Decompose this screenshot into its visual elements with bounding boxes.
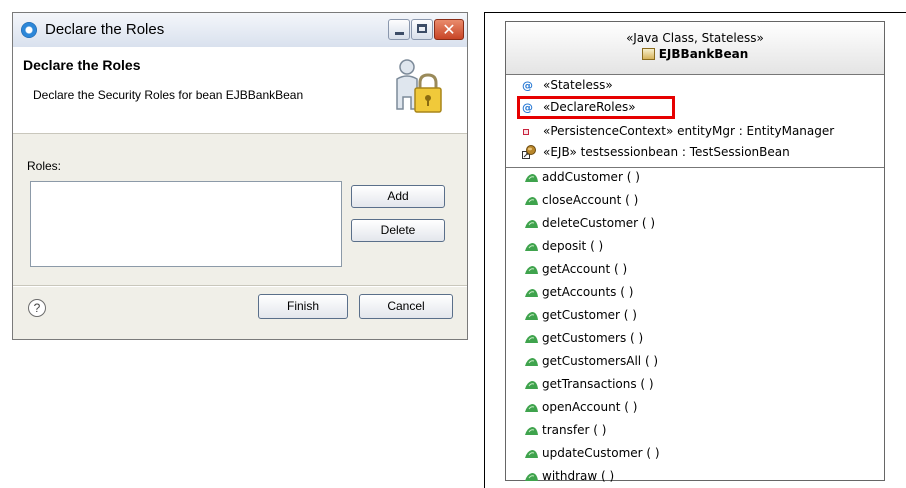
method-text: transfer ( ) [542,423,607,437]
public-method-icon [525,289,538,297]
declare-roles-dialog: Declare the Roles ✕ Declare the Roles De… [12,12,468,340]
class-name: EJBBankBean [658,47,749,61]
public-method-icon [525,450,538,458]
method-text: getCustomersAll ( ) [542,354,659,368]
finish-button[interactable]: Finish [258,294,348,319]
minimize-icon [395,32,404,35]
method-text: deleteCustomer ( ) [542,216,656,230]
uml-class-box[interactable]: «Java Class, Stateless» EJBBankBean @ «S… [505,21,885,483]
uml-diagram-panel: «Java Class, Stateless» EJBBankBean @ «S… [484,12,906,488]
eclipse-icon [21,22,37,38]
delete-button[interactable]: Delete [351,219,445,242]
maximize-icon [417,24,427,33]
method-text: getAccount ( ) [542,262,628,276]
field-icon [523,129,529,135]
method-text: closeAccount ( ) [542,193,639,207]
public-method-icon [525,335,538,343]
declare-roles-highlight [517,96,675,119]
title-bar[interactable]: Declare the Roles ✕ [13,13,467,48]
cancel-button[interactable]: Cancel [359,294,453,319]
roles-label: Roles: [27,159,62,173]
public-method-icon [525,312,538,320]
add-button[interactable]: Add [351,185,445,208]
method-text: withdraw ( ) [542,469,615,483]
class-name-row: EJBBankBean [506,47,884,61]
public-method-icon [525,266,538,274]
window-title: Declare the Roles [45,21,165,38]
method-text: getTransactions ( ) [542,377,654,391]
method-text: getAccounts ( ) [542,285,634,299]
public-method-icon [525,220,538,228]
header-title: Declare the Roles [23,57,141,73]
class-stereotype: «Java Class, Stateless» [626,31,764,45]
method-text: getCustomers ( ) [542,331,644,345]
attribute-text: «EJB» testsessionbean : TestSessionBean [543,145,790,159]
method-text: updateCustomer ( ) [542,446,660,460]
method-text: getCustomer ( ) [542,308,637,322]
public-method-icon [525,174,538,182]
ejb-reference-icon [522,145,536,159]
java-class-icon [641,48,655,60]
public-method-icon [525,427,538,435]
roles-list[interactable] [30,181,342,267]
attribute-text: «Stateless» [543,78,613,92]
close-icon: ✕ [442,20,456,39]
method-text: openAccount ( ) [542,400,638,414]
header-description: Declare the Security Roles for bean EJBB… [33,88,304,102]
class-header: «Java Class, Stateless» EJBBankBean [506,22,884,75]
dialog-header: Declare the Roles Declare the Security R… [13,47,467,134]
footer-separator [13,285,467,287]
public-method-icon [525,381,538,389]
public-method-icon [525,243,538,251]
public-method-icon [525,473,538,481]
minimize-button[interactable] [388,19,410,40]
user-lock-icon [396,59,442,113]
public-method-icon [525,358,538,366]
help-icon[interactable]: ? [28,299,46,317]
annotation-icon: @ [522,79,533,92]
public-method-icon [525,197,538,205]
close-button[interactable]: ✕ [434,19,464,40]
method-text: deposit ( ) [542,239,604,253]
attribute-text: «PersistenceContext» entityMgr : EntityM… [543,124,835,138]
maximize-button[interactable] [411,19,433,40]
method-text: addCustomer ( ) [542,170,640,184]
attributes-compartment: @ «Stateless» @ «DeclareRoles» «Persiste… [506,75,884,168]
public-method-icon [525,404,538,412]
